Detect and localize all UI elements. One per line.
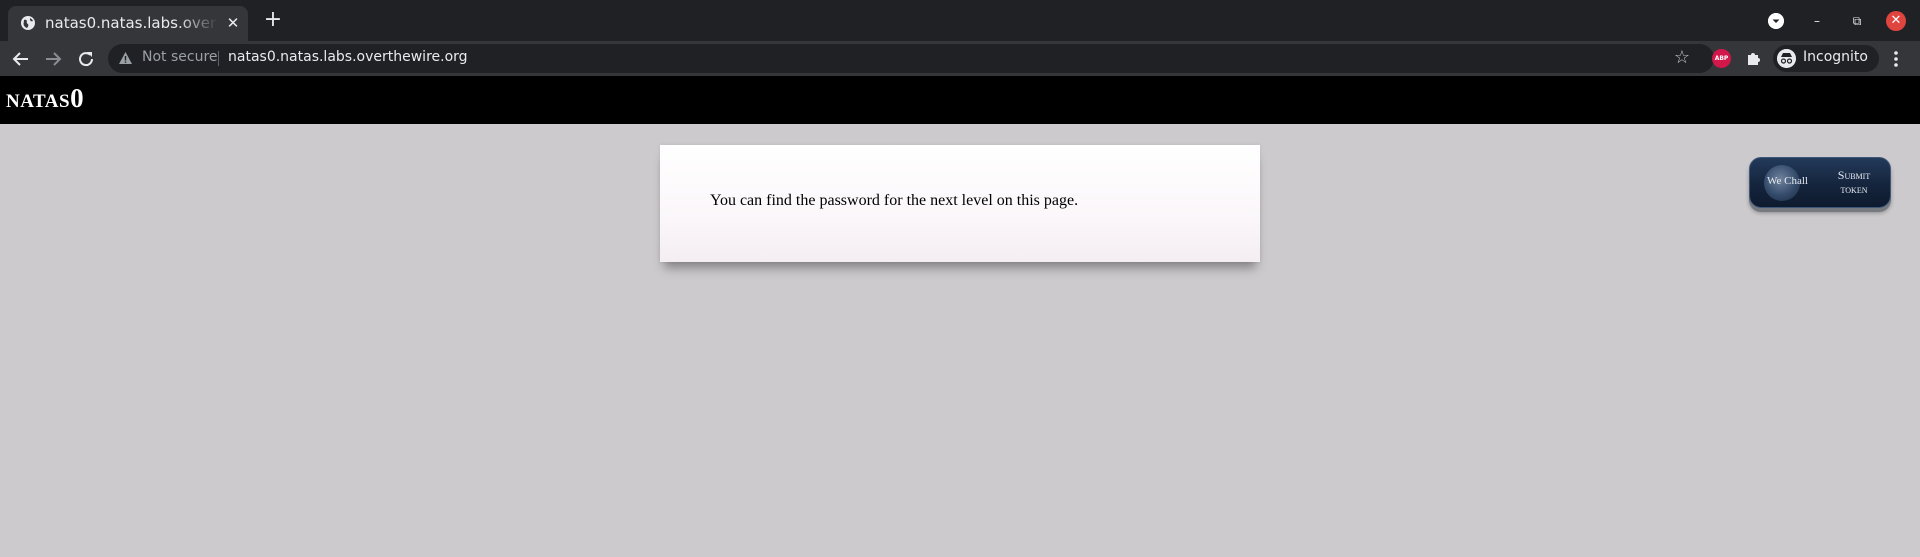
more-vertical-icon[interactable] [1892, 49, 1900, 69]
tab-title-fade [178, 10, 218, 36]
security-label[interactable]: Not secure [142, 49, 218, 65]
incognito-profile-button[interactable]: Incognito [1773, 45, 1879, 72]
new-tab-button[interactable]: + [262, 9, 284, 32]
site-header: natas0 [0, 76, 1920, 124]
window-close-button[interactable]: ✕ [1886, 11, 1906, 31]
reload-icon[interactable] [74, 47, 98, 71]
wechall-submit-token-button[interactable]: We Chall Submit token [1749, 157, 1891, 208]
url-text[interactable]: natas0.natas.labs.overthewire.org [228, 49, 468, 65]
window-restore-button[interactable]: ⧉ [1847, 11, 1867, 31]
forward-arrow-icon[interactable] [41, 47, 65, 71]
submit-token-line1: Submit [1837, 168, 1871, 182]
submit-token-line2: token [1840, 182, 1868, 196]
address-bar[interactable]: Not secure natas0.natas.labs.overthewire… [108, 44, 1714, 73]
wechall-logo-text: We Chall [1767, 175, 1808, 187]
globe-icon [21, 16, 35, 30]
adblock-extension-icon[interactable]: ABP [1712, 49, 1731, 68]
address-separator [218, 51, 219, 66]
content-message: You can find the password for the next l… [710, 192, 1079, 209]
browser-toolbar: Not secure natas0.natas.labs.overthewire… [0, 41, 1920, 76]
back-arrow-icon[interactable] [9, 47, 33, 71]
incognito-icon [1777, 49, 1796, 68]
extensions-puzzle-icon[interactable] [1743, 47, 1765, 69]
bookmark-star-icon[interactable]: ☆ [1672, 48, 1692, 68]
browser-tab[interactable]: natas0.natas.labs.overthewire.org ✕ [8, 6, 248, 41]
tab-close-icon[interactable]: ✕ [224, 14, 242, 32]
web-page: natas0 You can find the password for the… [0, 76, 1920, 557]
content-panel: You can find the password for the next l… [660, 145, 1260, 262]
browser-tab-strip: natas0.natas.labs.overthewire.org ✕ + – … [0, 0, 1920, 41]
submit-token-label: Submit token [1828, 168, 1880, 196]
page-title: natas0 [6, 83, 85, 113]
tab-search-icon[interactable] [1768, 13, 1784, 29]
window-minimize-button[interactable]: – [1807, 11, 1827, 31]
warning-icon[interactable] [118, 51, 133, 65]
incognito-label: Incognito [1803, 49, 1868, 65]
